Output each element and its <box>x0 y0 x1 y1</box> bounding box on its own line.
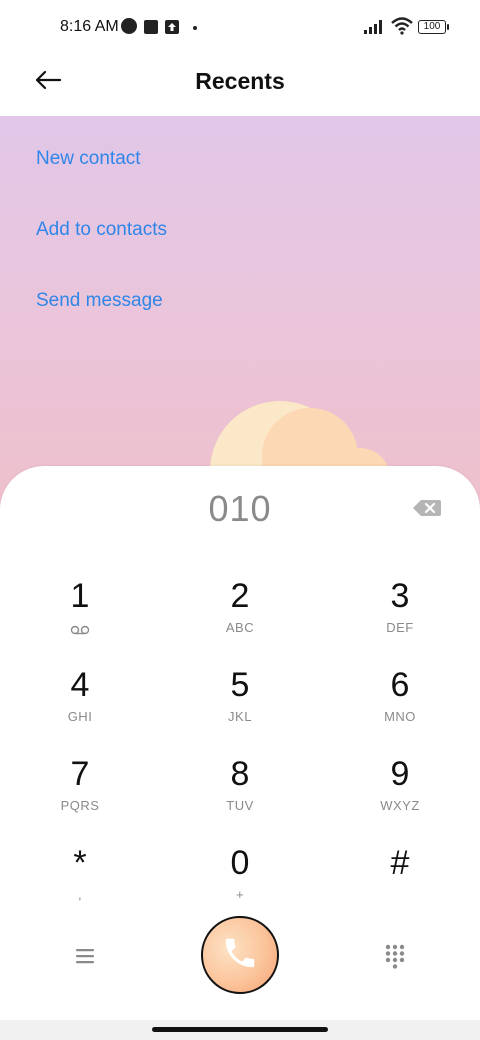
dialpad-icon <box>384 944 406 973</box>
call-button[interactable] <box>201 916 279 994</box>
key-3[interactable]: 3 DEF <box>340 576 460 656</box>
key-1[interactable]: 1 <box>20 576 140 656</box>
key-5[interactable]: 5 JKL <box>180 665 300 745</box>
key-4[interactable]: 4 GHI <box>20 665 140 745</box>
key-9[interactable]: 9 WXYZ <box>340 754 460 834</box>
key-digit: 7 <box>70 755 90 793</box>
key-letters: , <box>77 887 83 902</box>
menu-button[interactable] <box>72 944 98 968</box>
key-digit: * <box>73 844 87 882</box>
menu-icon <box>72 949 98 972</box>
home-indicator[interactable] <box>152 1027 328 1032</box>
send-message-link[interactable]: Send message <box>36 290 163 312</box>
upload-notification-icon <box>165 20 179 34</box>
key-letters: MNO <box>384 709 416 724</box>
voicemail-icon <box>20 622 140 640</box>
backspace-button[interactable] <box>412 498 442 518</box>
key-letters: JKL <box>228 709 252 724</box>
backspace-icon <box>412 500 442 522</box>
key-hash[interactable]: # <box>340 843 460 923</box>
battery-icon: 100 <box>418 20 449 34</box>
key-digit: 2 <box>230 577 250 615</box>
dialer-panel: 010 1 2 ABC 3 DEF 4 GHI 5 JKL 6 MNO 7 PQ… <box>0 466 480 1020</box>
key-digit: 1 <box>70 577 90 615</box>
app-notification-icon <box>121 18 137 34</box>
status-bar: 8:16 AM 100 <box>0 0 480 54</box>
add-to-contacts-link[interactable]: Add to contacts <box>36 219 167 241</box>
signal-icon <box>364 20 386 39</box>
square-notification-icon <box>144 20 158 34</box>
key-digit: 0 <box>230 844 250 882</box>
key-digit: 9 <box>390 755 410 793</box>
key-letters: ABC <box>225 620 255 635</box>
wifi-icon <box>391 17 413 40</box>
key-digit: 8 <box>230 755 250 793</box>
key-7[interactable]: 7 PQRS <box>20 754 140 834</box>
key-8[interactable]: 8 TUV <box>180 754 300 834</box>
key-digit: 4 <box>70 666 90 704</box>
key-digit: 3 <box>390 577 410 615</box>
dialed-number: 010 <box>208 488 272 529</box>
key-letters: DEF <box>386 620 414 635</box>
dialpad-toggle-button[interactable] <box>384 943 406 969</box>
key-star[interactable]: * , <box>20 843 140 923</box>
page-title: Recents <box>195 68 285 94</box>
key-digit: 6 <box>390 666 410 704</box>
more-notifications-dot-icon <box>193 26 197 30</box>
dialer-background: New contact Add to contacts Send message <box>0 116 480 516</box>
key-letters: WXYZ <box>380 798 420 813</box>
key-letters: PQRS <box>60 798 100 813</box>
key-letters: GHI <box>67 709 93 724</box>
phone-icon <box>221 934 259 977</box>
key-digit: 5 <box>230 666 250 704</box>
key-0[interactable]: 0 + <box>180 843 300 923</box>
app-header: Recents <box>0 54 480 116</box>
key-letters: + <box>235 887 245 902</box>
new-contact-link[interactable]: New contact <box>36 148 141 170</box>
key-digit: # <box>390 844 410 882</box>
key-2[interactable]: 2 ABC <box>180 576 300 656</box>
status-time: 8:16 AM <box>60 18 119 35</box>
key-6[interactable]: 6 MNO <box>340 665 460 745</box>
key-letters: TUV <box>226 798 254 813</box>
